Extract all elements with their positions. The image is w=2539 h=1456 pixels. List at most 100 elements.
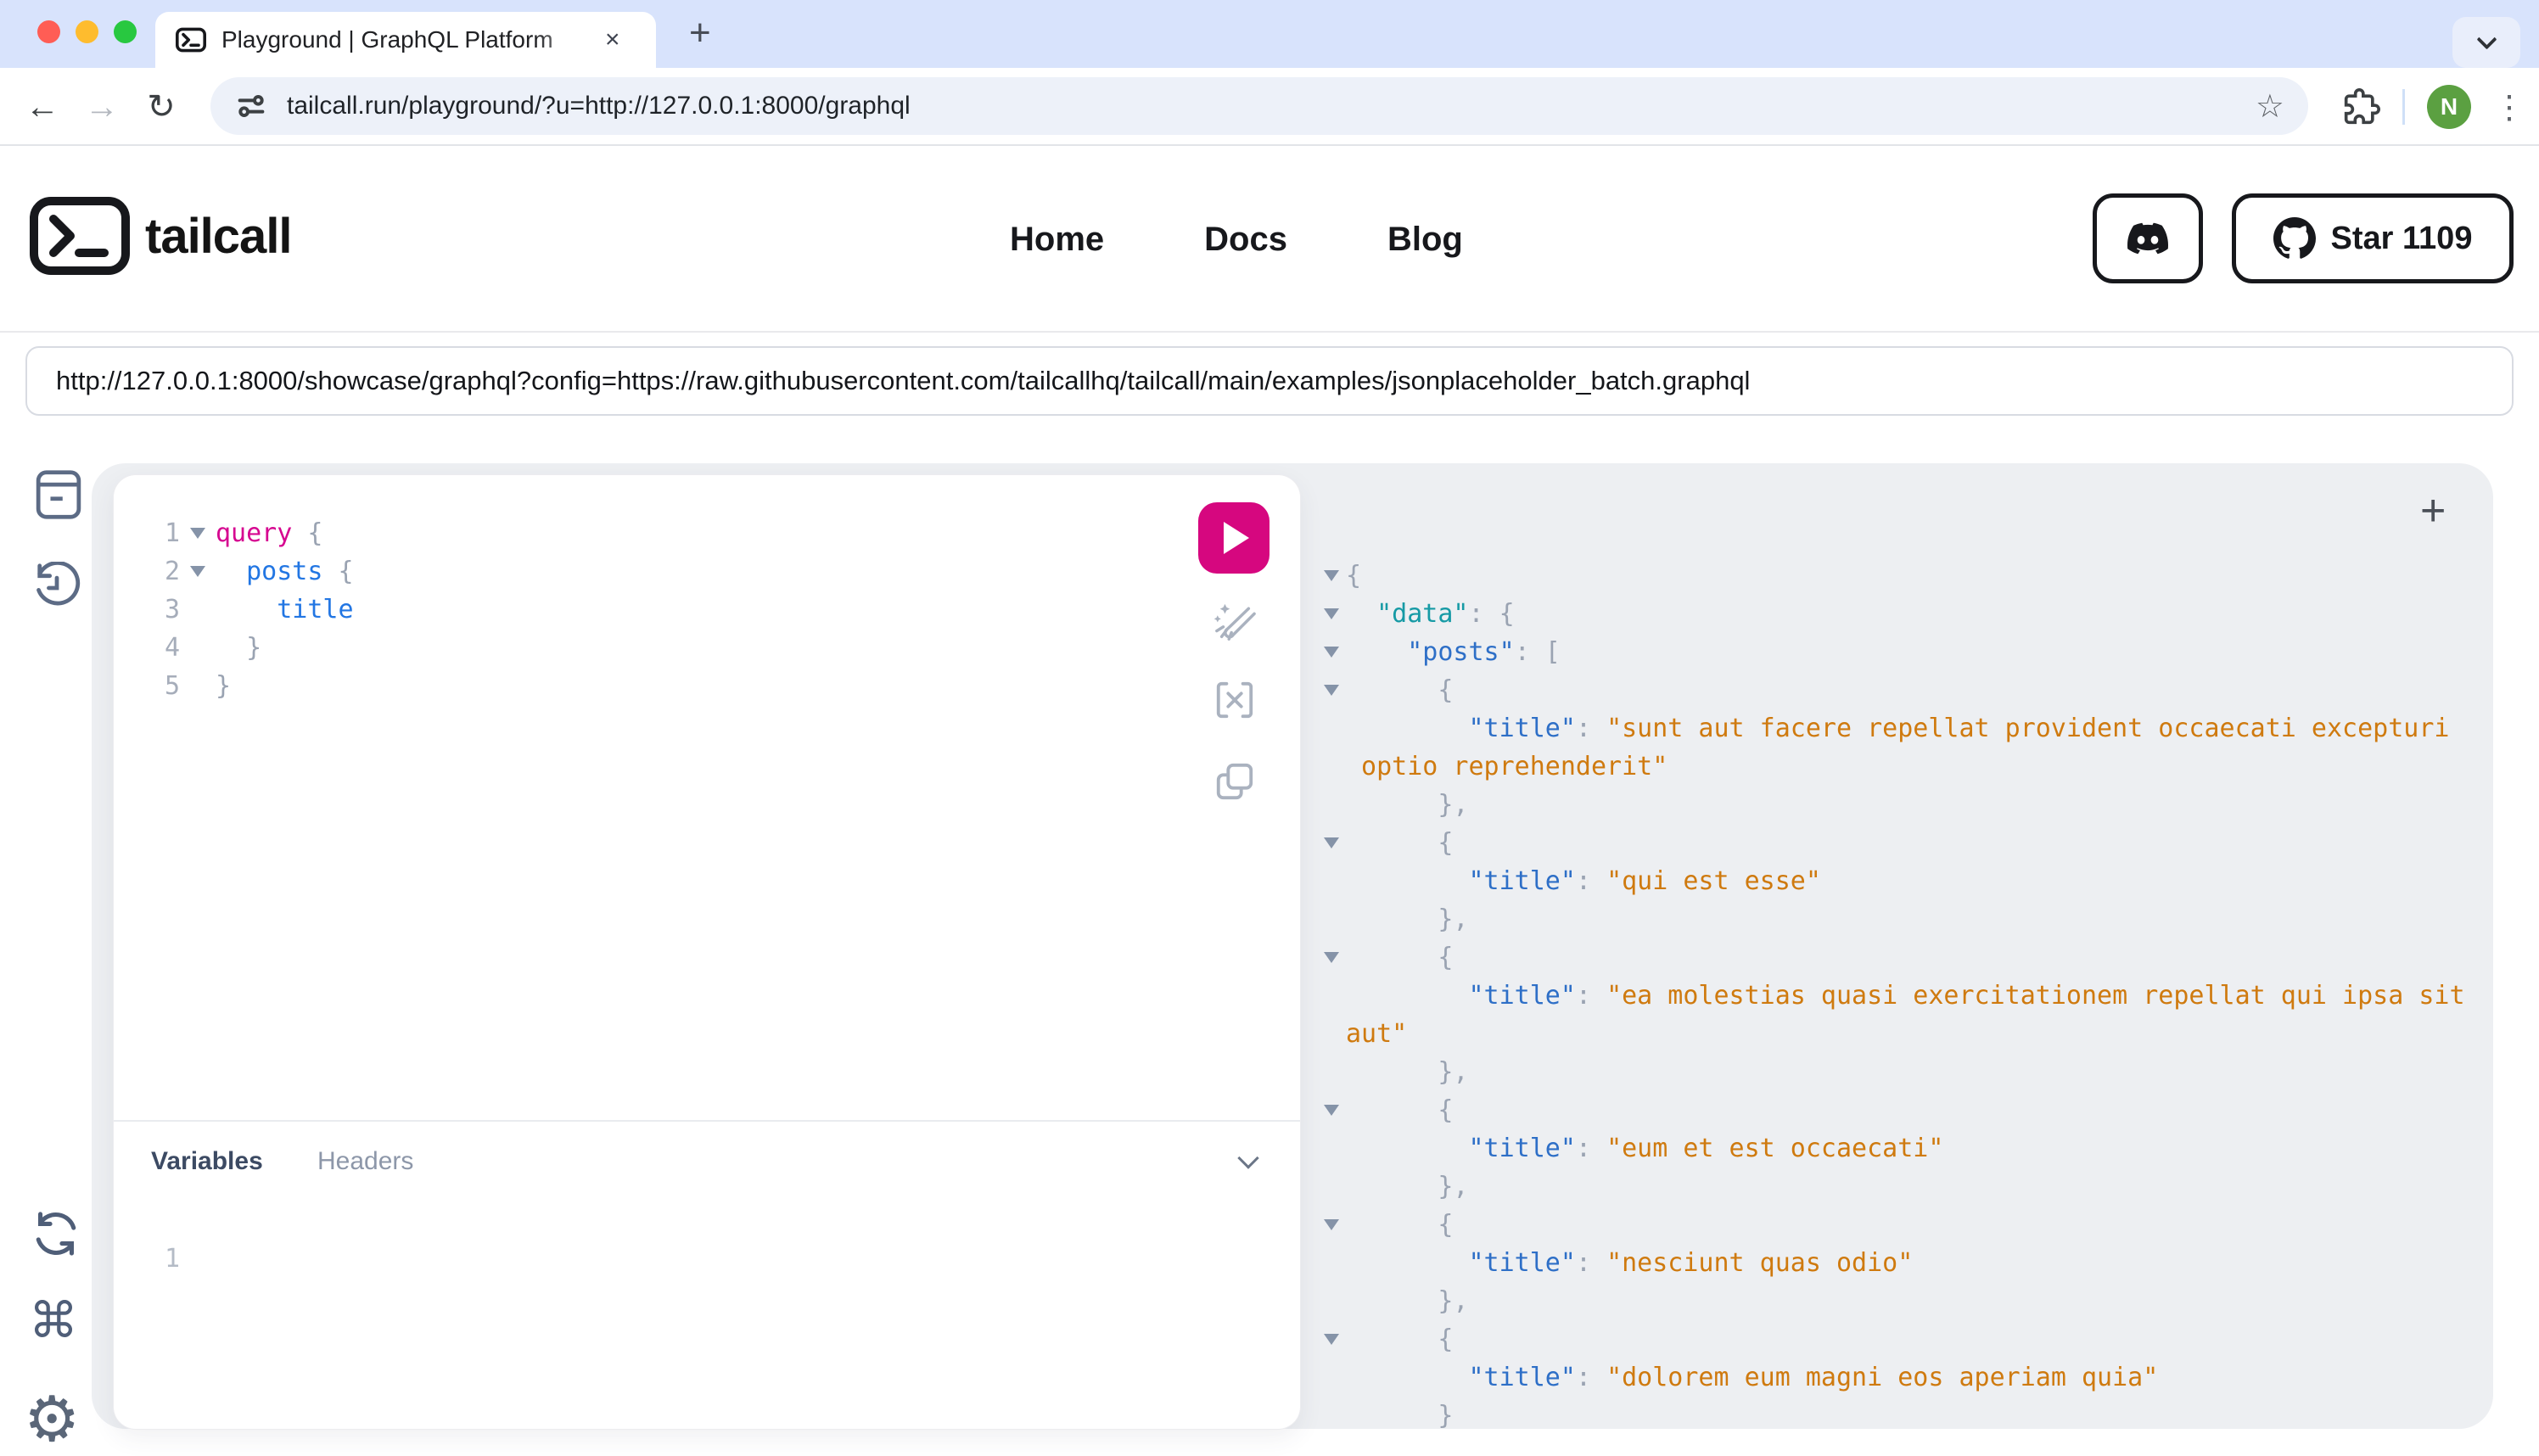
- line-number: 5: [164, 671, 180, 701]
- code-text: }: [216, 633, 262, 663]
- code-text: aut": [1346, 1019, 1408, 1049]
- prettify-brush-icon[interactable]: [1213, 601, 1256, 643]
- code-text: {: [1346, 675, 1454, 705]
- code-text: "data": {: [1376, 599, 1515, 629]
- response-line: "title": "sunt aut facere repellat provi…: [1317, 709, 2488, 748]
- fold-triangle-icon[interactable]: [1324, 685, 1339, 696]
- fold-triangle-icon[interactable]: [1324, 647, 1339, 658]
- endpoint-url-input[interactable]: [25, 346, 2514, 416]
- editor-line: 5}: [114, 667, 1166, 705]
- history-icon[interactable]: [31, 561, 83, 619]
- response-line: {: [1317, 1320, 2488, 1358]
- response-viewer[interactable]: { "data": { "posts": [ { "title": "sunt …: [1317, 557, 2488, 1435]
- fold-gutter: [1317, 1129, 1346, 1168]
- extensions-icon[interactable]: [2343, 88, 2380, 126]
- site-header: tailcall Home Docs Blog Star 1109: [0, 146, 2539, 333]
- profile-avatar[interactable]: N: [2427, 85, 2471, 129]
- docs-icon[interactable]: [34, 468, 83, 525]
- fold-gutter: [1317, 786, 1346, 824]
- code-text: "title": "eum et est occaecati": [1468, 1134, 1944, 1163]
- editor-line: 1 query {: [114, 514, 1166, 552]
- code-text: "title": "ea molestias quasi exercitatio…: [1468, 981, 2465, 1011]
- code-text: "title": "dolorem eum magni eos aperiam …: [1468, 1363, 2159, 1392]
- fold-gutter: [1317, 1397, 1346, 1435]
- code-text: },: [1346, 790, 1469, 820]
- window-minimize-button[interactable]: [76, 20, 98, 43]
- fold-triangle-icon[interactable]: [1324, 570, 1339, 581]
- url-text: tailcall.run/playground/?u=http://127.0.…: [287, 92, 911, 120]
- browser-tab-strip: Playground | GraphQL Platform × +: [0, 0, 2539, 68]
- back-button[interactable]: ←: [17, 68, 68, 146]
- response-line: "title": "ea molestias quasi exercitatio…: [1317, 977, 2488, 1015]
- query-editor[interactable]: 1 query {2 posts {3 title 4 } 5}: [114, 514, 1166, 705]
- execute-query-button[interactable]: [1198, 502, 1270, 574]
- code-text: {: [1346, 1210, 1454, 1240]
- browser-menu-icon[interactable]: ⋮: [2493, 88, 2525, 126]
- reload-button[interactable]: ↻: [136, 68, 187, 146]
- fold-gutter: [1317, 748, 1346, 786]
- fold-gutter: [1317, 709, 1346, 748]
- fold-triangle-icon[interactable]: [1324, 1334, 1339, 1345]
- site-settings-icon[interactable]: [234, 89, 268, 123]
- github-octocat-icon: [2273, 217, 2316, 259]
- forward-button[interactable]: →: [76, 68, 127, 146]
- window-zoom-button[interactable]: [114, 20, 137, 43]
- fold-triangle-icon[interactable]: [1324, 1105, 1339, 1116]
- tab-close-icon[interactable]: ×: [605, 25, 620, 54]
- settings-gear-icon[interactable]: ⚙: [24, 1383, 80, 1456]
- tailcall-logo[interactable]: tailcall: [28, 195, 293, 277]
- new-tab-button[interactable]: +: [689, 12, 711, 54]
- discord-button[interactable]: [2093, 193, 2203, 283]
- code-text: },: [1346, 1172, 1469, 1201]
- github-star-button[interactable]: Star 1109: [2232, 193, 2514, 283]
- code-text: {: [1346, 943, 1454, 972]
- fold-triangle-icon[interactable]: [190, 528, 205, 539]
- line-number: 3: [164, 595, 180, 624]
- nav-link-blog[interactable]: Blog: [1387, 221, 1463, 259]
- fold-gutter: [180, 629, 216, 667]
- add-tab-button[interactable]: +: [2420, 485, 2446, 536]
- nav-link-home[interactable]: Home: [1010, 221, 1104, 259]
- refetch-icon[interactable]: [31, 1208, 81, 1263]
- fold-triangle-icon[interactable]: [1324, 608, 1339, 619]
- code-text: posts {: [246, 557, 354, 586]
- browser-tab[interactable]: Playground | GraphQL Platform ×: [155, 12, 656, 68]
- code-text: },: [1346, 904, 1469, 934]
- tab-headers[interactable]: Headers: [317, 1147, 413, 1176]
- window-close-button[interactable]: [37, 20, 60, 43]
- chevron-down-icon: [2475, 28, 2497, 50]
- response-line: {: [1317, 1091, 2488, 1129]
- play-icon: [1224, 522, 1249, 554]
- code-text: "title": "qui est esse": [1468, 866, 1821, 896]
- fold-gutter: [1317, 1358, 1346, 1397]
- variables-line-number: 1: [164, 1244, 180, 1274]
- editor-line: 4 }: [114, 629, 1166, 667]
- shortcuts-icon[interactable]: ⌘: [29, 1291, 78, 1349]
- bookmark-star-icon[interactable]: ☆: [2256, 87, 2284, 126]
- discord-icon: [2127, 222, 2169, 255]
- tab-search-button[interactable]: [2452, 17, 2520, 68]
- fold-triangle-icon[interactable]: [1324, 952, 1339, 963]
- code-text: }: [1346, 1401, 1454, 1431]
- response-line: }: [1317, 1397, 2488, 1435]
- response-line: {: [1317, 1206, 2488, 1244]
- tab-variables[interactable]: Variables: [151, 1147, 263, 1176]
- fold-gutter: [1317, 1244, 1346, 1282]
- response-line: {: [1317, 671, 2488, 709]
- response-line: "title": "dolorem eum magni eos aperiam …: [1317, 1358, 2488, 1397]
- fold-triangle-icon[interactable]: [190, 566, 205, 577]
- browser-toolbar: ← → ↻ tailcall.run/playground/?u=http://…: [0, 68, 2539, 146]
- copy-icon[interactable]: [1213, 760, 1256, 803]
- brand-name: tailcall: [145, 208, 293, 264]
- fold-triangle-icon[interactable]: [1324, 1219, 1339, 1230]
- editor-line: 2 posts {: [114, 552, 1166, 591]
- editor-line: 3 title: [114, 591, 1166, 629]
- address-bar[interactable]: tailcall.run/playground/?u=http://127.0.…: [210, 77, 2308, 135]
- fold-triangle-icon[interactable]: [1324, 837, 1339, 848]
- response-line: "title": "nesciunt quas odio": [1317, 1244, 2488, 1282]
- code-text: {: [1346, 561, 1362, 591]
- nav-link-docs[interactable]: Docs: [1204, 221, 1287, 259]
- response-line: },: [1317, 1282, 2488, 1320]
- response-line: "posts": [: [1317, 633, 2488, 671]
- merge-icon[interactable]: [1213, 679, 1256, 721]
